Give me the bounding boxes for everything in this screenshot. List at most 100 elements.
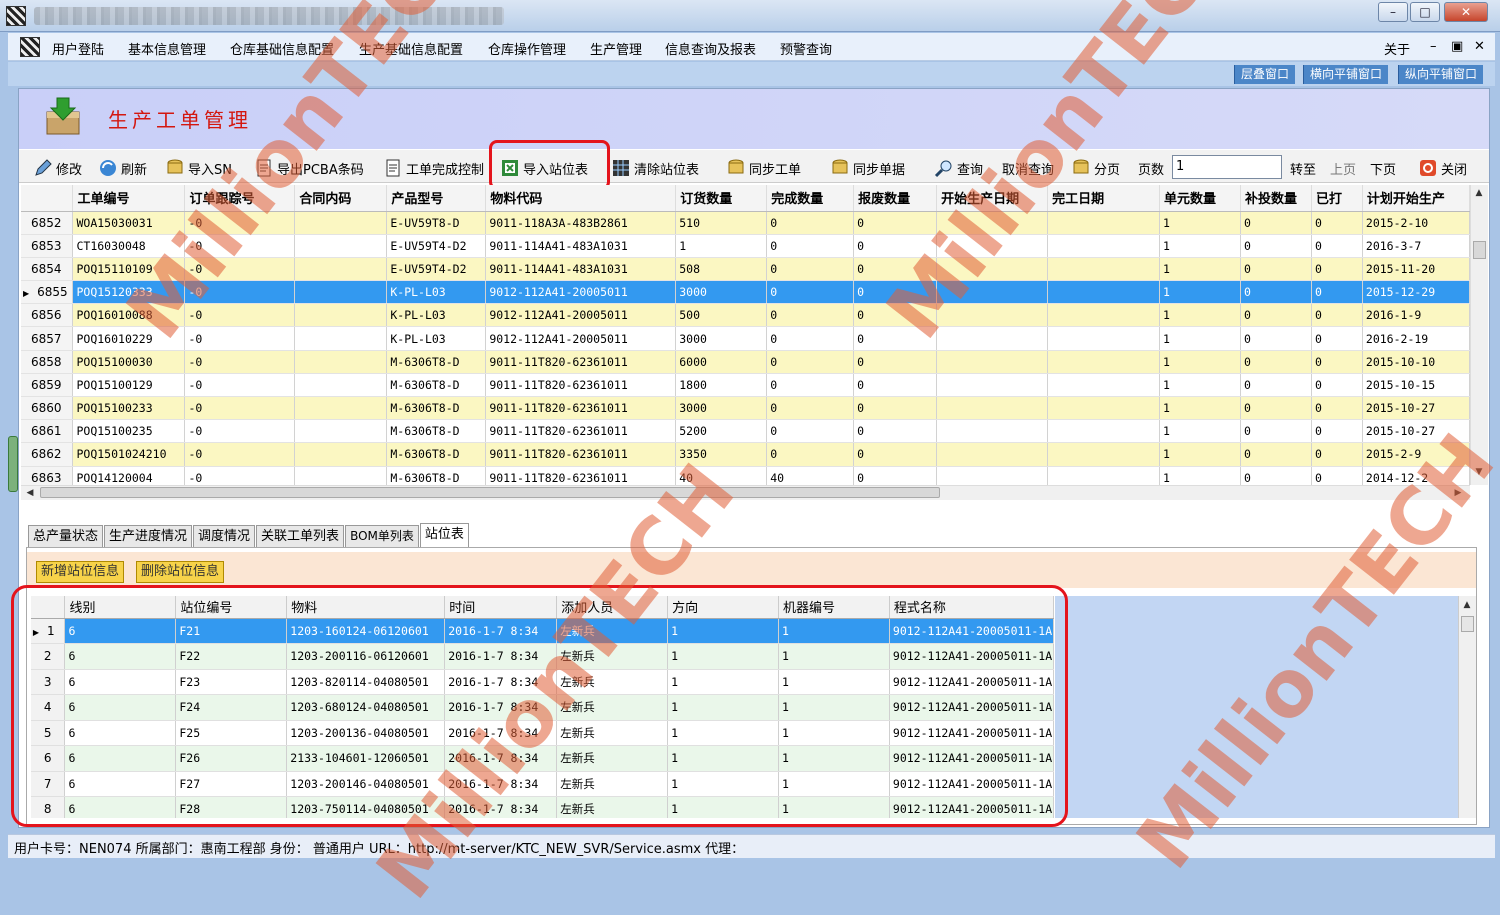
table-cell[interactable]: 2016-2-19	[1362, 326, 1470, 351]
table-cell[interactable]: 0	[766, 303, 855, 328]
tab-related-orders[interactable]: 关联工单列表	[256, 525, 345, 547]
column-header[interactable]: 产品型号	[386, 185, 487, 212]
table-cell[interactable]	[1047, 373, 1160, 398]
table-cell[interactable]: 2015-11-20	[1362, 257, 1470, 282]
table-cell[interactable]: 0	[1311, 303, 1363, 328]
row-header[interactable]: 6856	[21, 303, 74, 328]
tab-dispatch[interactable]: 调度情况	[193, 525, 256, 547]
row-header[interactable]: 6854	[21, 257, 74, 282]
column-header[interactable]: 合同内码	[294, 185, 388, 212]
tile-vertical-button[interactable]: 纵向平铺窗口	[1398, 65, 1484, 84]
table-cell[interactable]: 0	[1240, 396, 1312, 421]
table-cell[interactable]: 9011-11T820-62361011	[485, 396, 677, 421]
table-cell[interactable]: -0	[184, 350, 296, 374]
add-station-button[interactable]: 新增站位信息	[36, 561, 125, 583]
wo-complete-control-button[interactable]: 工单完成控制	[383, 157, 484, 179]
table-cell[interactable]: 500	[675, 303, 768, 328]
table-cell[interactable]	[294, 350, 388, 374]
table-cell[interactable]: 2014-12-2	[1362, 466, 1470, 485]
side-collapse-handle[interactable]	[8, 436, 18, 492]
table-cell[interactable]: 2015-10-27	[1362, 419, 1470, 444]
vscroll-thumb[interactable]	[1461, 616, 1474, 632]
table-cell[interactable]	[936, 280, 1049, 305]
table-cell[interactable]	[936, 442, 1049, 467]
table-cell[interactable]: 1	[1159, 234, 1241, 258]
table-row[interactable]: 6859 POQ15100129 -0 M-6306T8-D 9011-11T820-6…	[21, 373, 1470, 398]
table-cell[interactable]	[1047, 303, 1160, 328]
table-cell[interactable]: 0	[1311, 442, 1363, 467]
table-cell[interactable]: 0	[766, 326, 855, 351]
table-cell[interactable]	[1047, 396, 1160, 421]
hscroll-thumb[interactable]	[40, 487, 940, 498]
table-row[interactable]: 6858 POQ15100030 -0 M-6306T8-D 9011-11T820-6…	[21, 350, 1470, 374]
table-cell[interactable]: 0	[853, 234, 938, 258]
table-cell[interactable]: 1	[1159, 326, 1241, 351]
close-button[interactable]: 关闭	[1418, 157, 1467, 179]
table-cell[interactable]: 1	[1159, 419, 1241, 444]
column-header[interactable]: 报废数量	[853, 185, 938, 212]
column-header[interactable]: 订货数量	[675, 185, 768, 212]
table-cell[interactable]: M-6306T8-D	[386, 373, 487, 398]
query-button[interactable]: 查询	[934, 157, 983, 179]
menu-about[interactable]: 关于	[1384, 39, 1410, 58]
table-cell[interactable]: 0	[1240, 326, 1312, 351]
table-cell[interactable]: POQ15110109	[72, 257, 186, 282]
table-cell[interactable]: 0	[1240, 442, 1312, 467]
vscroll-thumb[interactable]	[1473, 241, 1486, 259]
export-pcba-button[interactable]: 导出PCBA条码	[254, 157, 364, 179]
table-cell[interactable]: 1	[675, 234, 768, 258]
table-cell[interactable]: POQ1501024210	[72, 442, 186, 467]
table-cell[interactable]: 40	[675, 466, 768, 485]
table-cell[interactable]: 0	[1311, 326, 1363, 351]
pages-input[interactable]: 1	[1172, 155, 1282, 179]
table-cell[interactable]	[936, 396, 1049, 421]
table-cell[interactable]: 3000	[675, 280, 768, 305]
table-cell[interactable]: POQ15100235	[72, 419, 186, 444]
table-cell[interactable]: 9012-112A41-20005011	[485, 326, 677, 351]
column-header[interactable]: 完工日期	[1047, 185, 1160, 212]
row-header[interactable]: 6853	[21, 234, 74, 258]
table-cell[interactable]: M-6306T8-D	[386, 466, 487, 485]
table-cell[interactable]	[1047, 466, 1160, 485]
table-cell[interactable]: 0	[1311, 234, 1363, 258]
table-cell[interactable]: K-PL-L03	[386, 326, 487, 351]
table-cell[interactable]: 0	[766, 419, 855, 444]
table-cell[interactable]: POQ15120333	[72, 280, 186, 305]
table-cell[interactable]: 508	[675, 257, 768, 282]
goto-button[interactable]: 转至	[1290, 157, 1316, 179]
table-cell[interactable]: -0	[184, 326, 296, 351]
table-row[interactable]: ▶ 6855 POQ15120333 -0 K-PL-L03 9012-112A41-20…	[21, 280, 1470, 305]
table-cell[interactable]: E-UV59T4-D2	[386, 257, 487, 282]
menu-production-mgmt[interactable]: 生产管理	[590, 39, 642, 58]
scroll-down-icon[interactable]: ▼	[1472, 465, 1486, 479]
mdi-child-icon[interactable]	[20, 37, 40, 57]
table-cell[interactable]: 6000	[675, 350, 768, 374]
table-cell[interactable]: 1	[1159, 466, 1241, 485]
table-cell[interactable]: 1	[1159, 257, 1241, 282]
mdi-minimize-button[interactable]: –	[1430, 39, 1437, 54]
menu-query-reports[interactable]: 信息查询及报表	[665, 39, 756, 58]
table-cell[interactable]: 0	[1311, 211, 1363, 235]
table-cell[interactable]: 0	[1311, 280, 1363, 305]
table-cell[interactable]: 2016-3-7	[1362, 234, 1470, 258]
delete-station-button[interactable]: 删除站位信息	[136, 561, 225, 583]
table-cell[interactable]: E-UV59T8-D	[386, 211, 487, 235]
tile-horizontal-button[interactable]: 横向平铺窗口	[1303, 65, 1389, 84]
table-cell[interactable]: 1	[1159, 303, 1241, 328]
table-cell[interactable]: 2016-1-9	[1362, 303, 1470, 328]
table-cell[interactable]: 40	[766, 466, 855, 485]
scroll-up-icon[interactable]: ▲	[1460, 598, 1474, 612]
table-cell[interactable]: 1	[1159, 442, 1241, 467]
table-cell[interactable]	[294, 466, 388, 485]
table-row[interactable]: 6857 POQ16010229 -0 K-PL-L03 9012-112A41-200…	[21, 326, 1470, 351]
table-cell[interactable]: 9011-11T820-62361011	[485, 419, 677, 444]
menu-warehouse-ops[interactable]: 仓库操作管理	[488, 39, 566, 58]
table-cell[interactable]: 0	[853, 350, 938, 374]
table-cell[interactable]: 0	[766, 442, 855, 467]
table-cell[interactable]	[1047, 350, 1160, 374]
table-cell[interactable]: M-6306T8-D	[386, 442, 487, 467]
tab-station-table[interactable]: 站位表	[419, 523, 469, 547]
table-cell[interactable]	[1047, 419, 1160, 444]
table-cell[interactable]: 0	[1240, 466, 1312, 485]
table-row[interactable]: 6856 POQ16010088 -0 K-PL-L03 9012-112A41-200…	[21, 303, 1470, 328]
